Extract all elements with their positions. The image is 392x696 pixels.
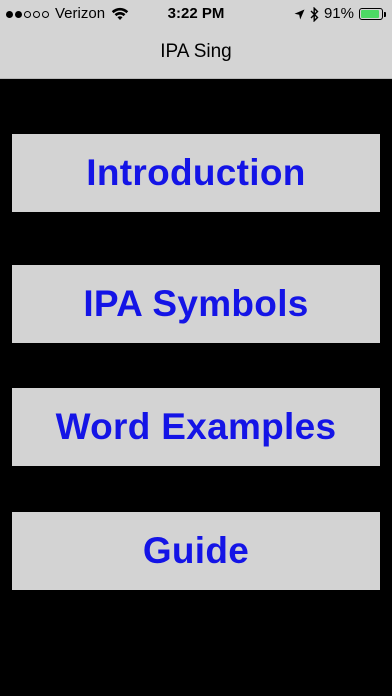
status-right: 91% [294,5,386,23]
bluetooth-icon [310,6,319,22]
status-bar: Verizon 3:22 PM 91% [0,0,392,30]
battery-tip [384,11,386,17]
guide-button[interactable]: Guide [12,512,380,590]
top-bar: Verizon 3:22 PM 91% IPA Sing [0,0,392,79]
ipa-symbols-button[interactable]: IPA Symbols [12,265,380,343]
battery-fill [361,10,379,18]
battery-icon [359,8,383,20]
page-title: IPA Sing [160,41,232,62]
introduction-button[interactable]: Introduction [12,134,380,212]
word-examples-button[interactable]: Word Examples [12,388,380,466]
location-arrow-icon [294,9,305,19]
battery-percentage: 91% [323,5,354,22]
